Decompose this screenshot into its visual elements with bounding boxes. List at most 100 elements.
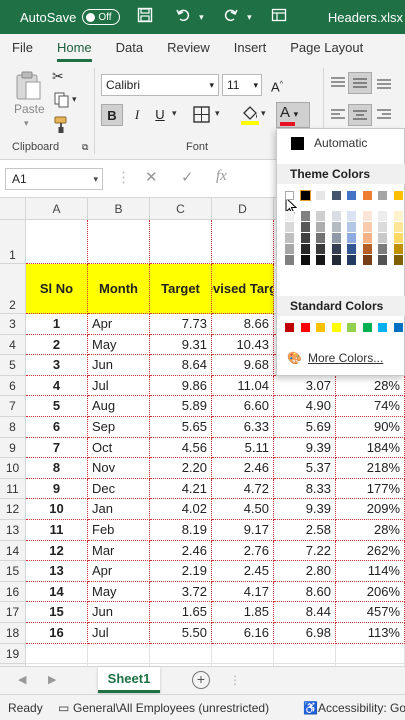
font-name-dropdown-icon[interactable]: ▾	[209, 75, 214, 95]
theme-shade-swatch[interactable]	[300, 255, 310, 265]
cell-sl-no[interactable]: 3	[26, 355, 88, 376]
theme-shade-swatch[interactable]	[316, 255, 325, 265]
align-center-icon[interactable]	[348, 104, 372, 126]
row-header[interactable]: 5	[0, 355, 26, 376]
theme-shade-swatch[interactable]	[331, 244, 341, 254]
theme-shade-swatch[interactable]	[300, 222, 310, 232]
cell-month[interactable]: Jul	[88, 623, 150, 644]
align-bottom-icon[interactable]	[376, 76, 392, 93]
theme-color-swatch[interactable]	[316, 191, 325, 200]
cell-revised-target[interactable]: 4.17	[212, 581, 274, 603]
redo-icon[interactable]	[218, 7, 244, 28]
sensitivity-icon[interactable]: ▭	[58, 701, 69, 715]
name-box-dropdown-icon[interactable]: ▾	[93, 169, 98, 189]
cell-col-e[interactable]: 2.58	[274, 520, 336, 541]
theme-shade-swatch[interactable]	[285, 255, 294, 265]
underline-button[interactable]: U	[149, 104, 171, 126]
font-color-dropdown-icon[interactable]: ▾	[294, 109, 299, 119]
font-size-box[interactable]: 11 ▾	[222, 74, 262, 96]
grow-font-button[interactable]: A^	[266, 74, 288, 96]
automatic-color-option[interactable]: Automatic	[291, 136, 367, 150]
cell-month[interactable]: Oct	[88, 437, 150, 459]
cell-sl-no[interactable]: 15	[26, 602, 88, 623]
paste-icon[interactable]	[14, 70, 44, 100]
paste-dropdown-icon[interactable]: ▾	[24, 118, 29, 129]
cell-target[interactable]: 2.46	[150, 540, 212, 562]
theme-shade-swatch[interactable]	[362, 211, 372, 221]
sheet-tab-sheet1[interactable]: Sheet1	[98, 667, 160, 693]
standard-color-swatch[interactable]	[347, 323, 356, 332]
cell-revised-target[interactable]: 6.16	[212, 623, 274, 644]
row-header[interactable]: 9	[0, 437, 26, 459]
theme-shade-swatch[interactable]	[347, 255, 356, 265]
prev-sheet-icon[interactable]: ◀	[18, 673, 26, 686]
cell-sl-no[interactable]: 12	[26, 540, 88, 562]
standard-color-swatch[interactable]	[300, 323, 310, 332]
paste-label[interactable]: Paste	[14, 102, 45, 116]
font-size-dropdown-icon[interactable]: ▾	[253, 75, 258, 95]
cell-col-e[interactable]: 6.98	[274, 623, 336, 644]
cell-month[interactable]: Jan	[88, 499, 150, 520]
tab-page-layout[interactable]: Page Layout	[278, 34, 375, 64]
cell-sl-no[interactable]: 5	[26, 396, 88, 417]
sensitivity-label[interactable]: General\All Employees (unrestricted)	[73, 701, 269, 715]
cell-month[interactable]: May	[88, 581, 150, 603]
cell-month[interactable]: Jul	[88, 375, 150, 397]
theme-shade-swatch[interactable]	[316, 211, 325, 221]
cell[interactable]	[88, 643, 150, 665]
theme-color-swatch[interactable]	[331, 191, 341, 200]
cell[interactable]	[274, 643, 336, 665]
accessibility-label[interactable]: Accessibility: Good	[318, 701, 405, 715]
theme-shade-swatch[interactable]	[347, 233, 356, 243]
cell-month[interactable]: Apr	[88, 314, 150, 335]
clipboard-launcher-icon[interactable]: ⧉	[82, 142, 88, 153]
column-header[interactable]: B	[88, 198, 150, 220]
theme-shade-swatch[interactable]	[285, 222, 294, 232]
theme-shade-swatch[interactable]	[378, 244, 387, 254]
cell-target[interactable]: 8.19	[150, 520, 212, 541]
cell-target[interactable]: 9.31	[150, 334, 212, 356]
italic-button[interactable]: I	[126, 104, 148, 126]
cell-revised-target[interactable]: 8.66	[212, 314, 274, 335]
theme-shade-swatch[interactable]	[393, 211, 403, 221]
cell-revised-target[interactable]: 1.85	[212, 602, 274, 623]
copy-icon[interactable]	[52, 92, 74, 111]
undo-dropdown-icon[interactable]: ▾	[196, 12, 206, 23]
bold-button[interactable]: B	[101, 104, 123, 126]
cell[interactable]	[212, 220, 274, 264]
row-header[interactable]: 6	[0, 375, 26, 397]
cell-sl-no[interactable]: 11	[26, 520, 88, 541]
row-header[interactable]: 13	[0, 520, 26, 541]
row-header[interactable]: 11	[0, 478, 26, 500]
theme-shade-swatch[interactable]	[347, 222, 356, 232]
cell-revised-target[interactable]: 5.11	[212, 437, 274, 459]
standard-color-swatch[interactable]	[378, 323, 387, 332]
cell-col-f[interactable]: 74%	[336, 396, 405, 417]
cell-col-e[interactable]: 7.22	[274, 540, 336, 562]
cell-revised-target[interactable]: 2.45	[212, 561, 274, 582]
undo-icon[interactable]	[170, 7, 196, 28]
cell[interactable]	[26, 220, 88, 264]
theme-color-swatch[interactable]	[378, 191, 387, 200]
cell-month[interactable]: Feb	[88, 520, 150, 541]
theme-shade-swatch[interactable]	[331, 255, 341, 265]
name-box[interactable]: A1 ▾	[5, 168, 103, 190]
cell-target[interactable]: 5.65	[150, 417, 212, 438]
form-icon[interactable]	[266, 7, 292, 28]
theme-shade-swatch[interactable]	[285, 233, 294, 243]
theme-shade-swatch[interactable]	[347, 244, 356, 254]
cell-target[interactable]: 3.72	[150, 581, 212, 603]
borders-dropdown-icon[interactable]: ▾	[215, 108, 220, 119]
cell-revised-target[interactable]: 6.33	[212, 417, 274, 438]
add-sheet-icon[interactable]: +	[192, 671, 210, 689]
cell-month[interactable]: Nov	[88, 458, 150, 479]
cell-col-f[interactable]: 28%	[336, 520, 405, 541]
column-header[interactable]: D	[212, 198, 274, 220]
cell-sl-no[interactable]: 2	[26, 334, 88, 356]
cut-icon[interactable]: ✂	[52, 68, 64, 85]
cell-sl-no[interactable]: 1	[26, 314, 88, 335]
standard-color-swatch[interactable]	[393, 323, 403, 332]
row-header[interactable]: 7	[0, 396, 26, 417]
cell-col-e[interactable]: 5.37	[274, 458, 336, 479]
row-header[interactable]: 15	[0, 561, 26, 582]
